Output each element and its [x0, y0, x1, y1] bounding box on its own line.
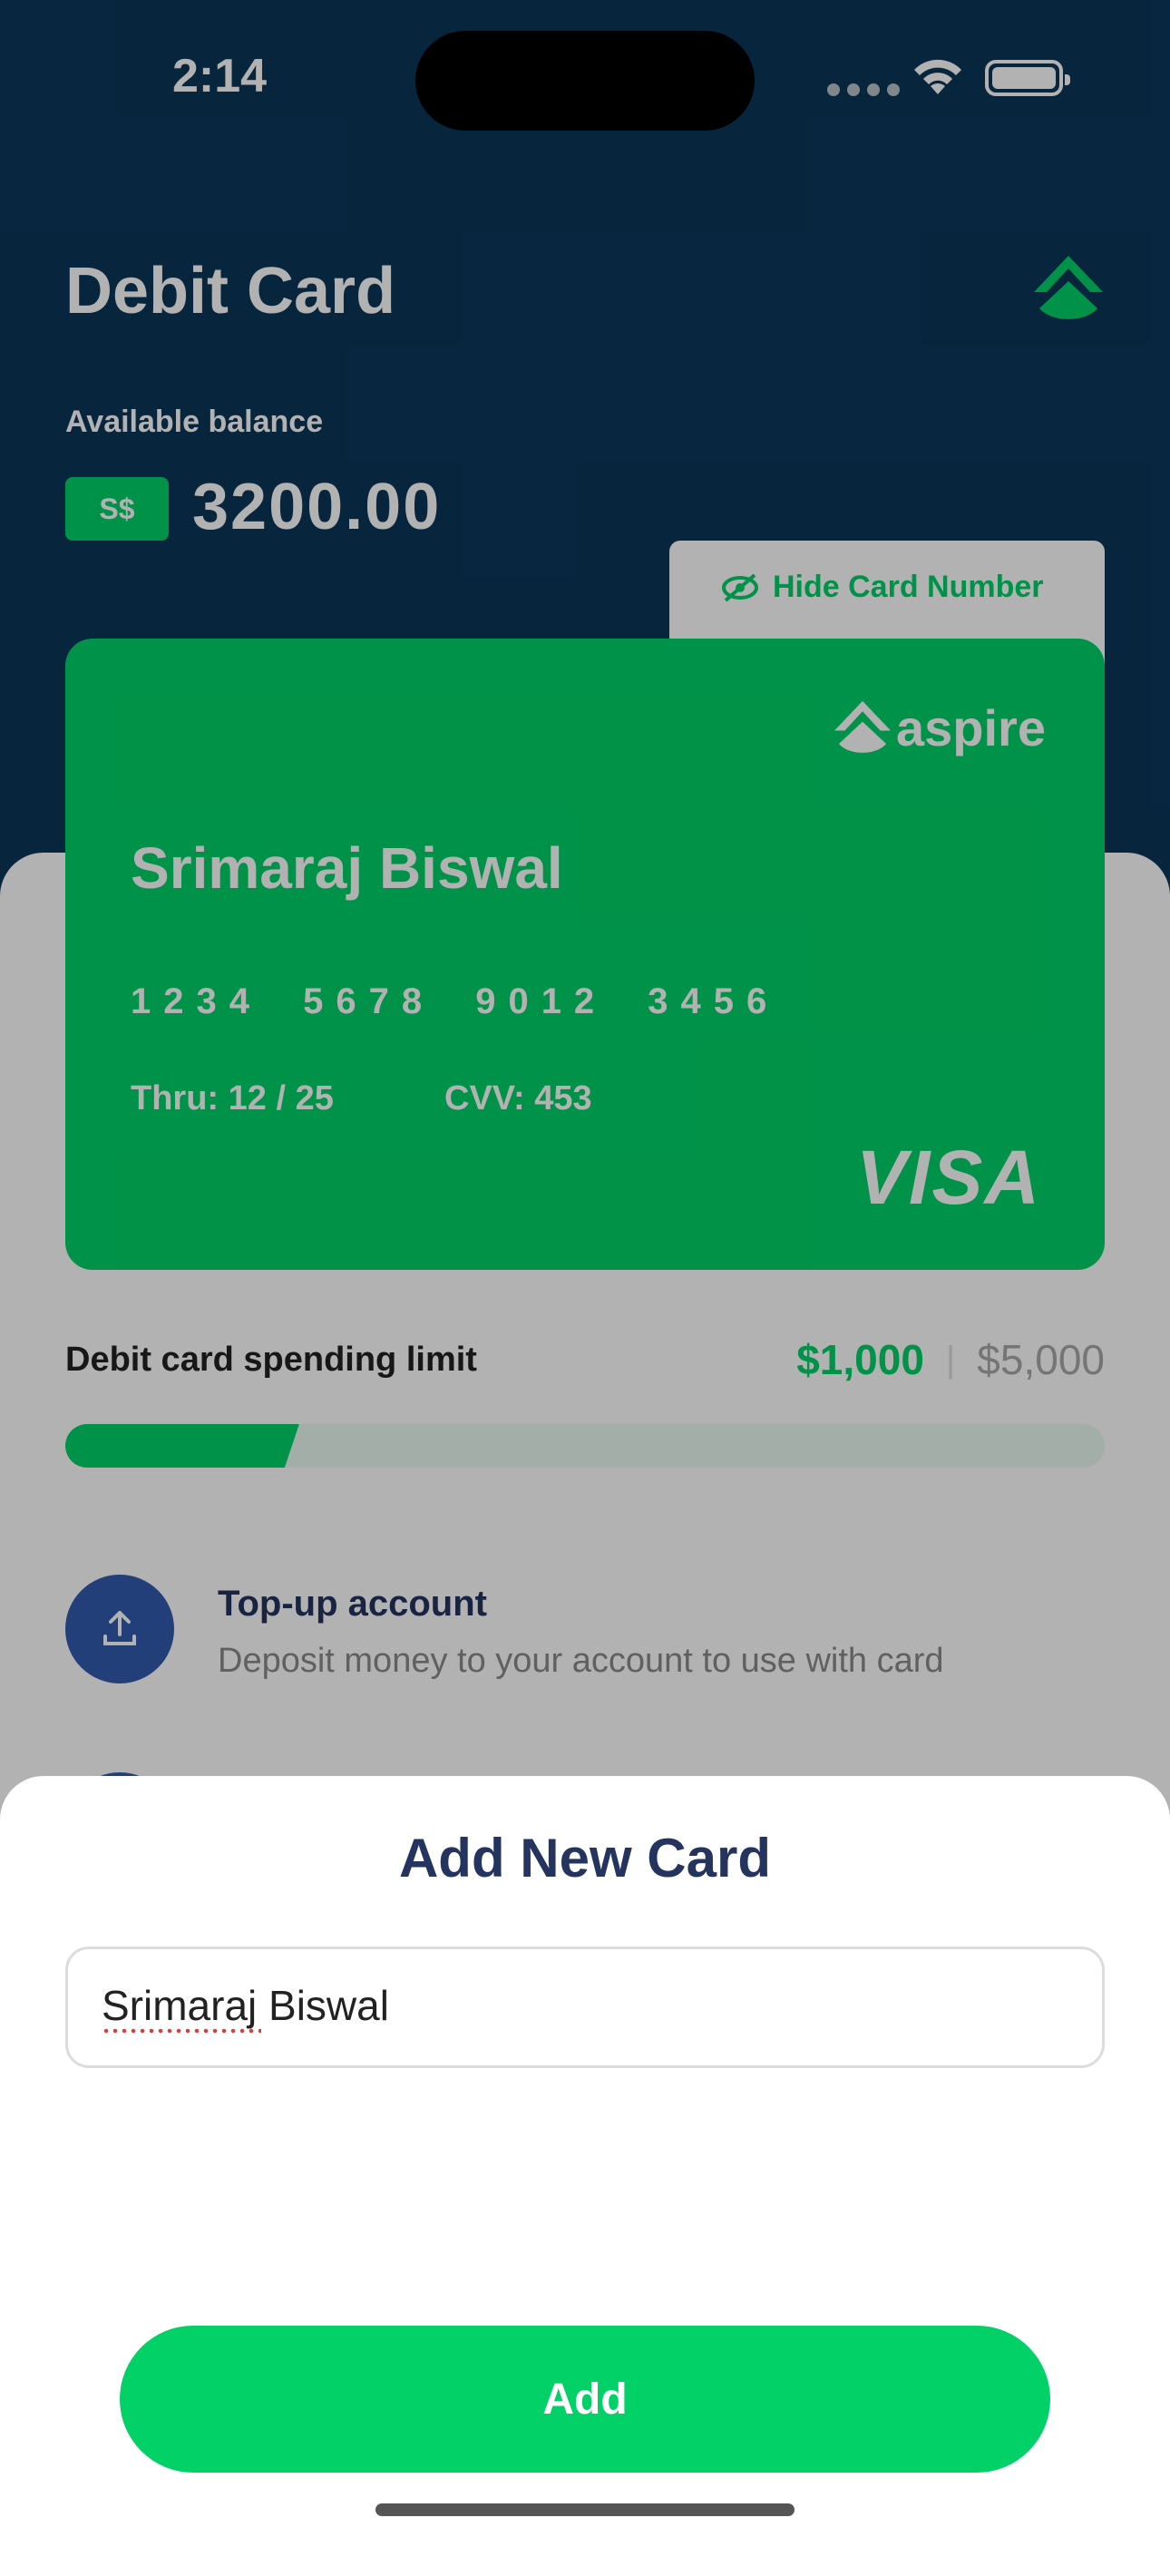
card-name-input-value[interactable]: Srimaraj Biswal	[102, 1981, 389, 2030]
spellcheck-underline	[102, 2028, 261, 2034]
sheet-title: Add New Card	[398, 1828, 772, 1888]
home-indicator[interactable]	[375, 2503, 795, 2516]
add-button[interactable]: Add	[120, 2326, 1050, 2473]
